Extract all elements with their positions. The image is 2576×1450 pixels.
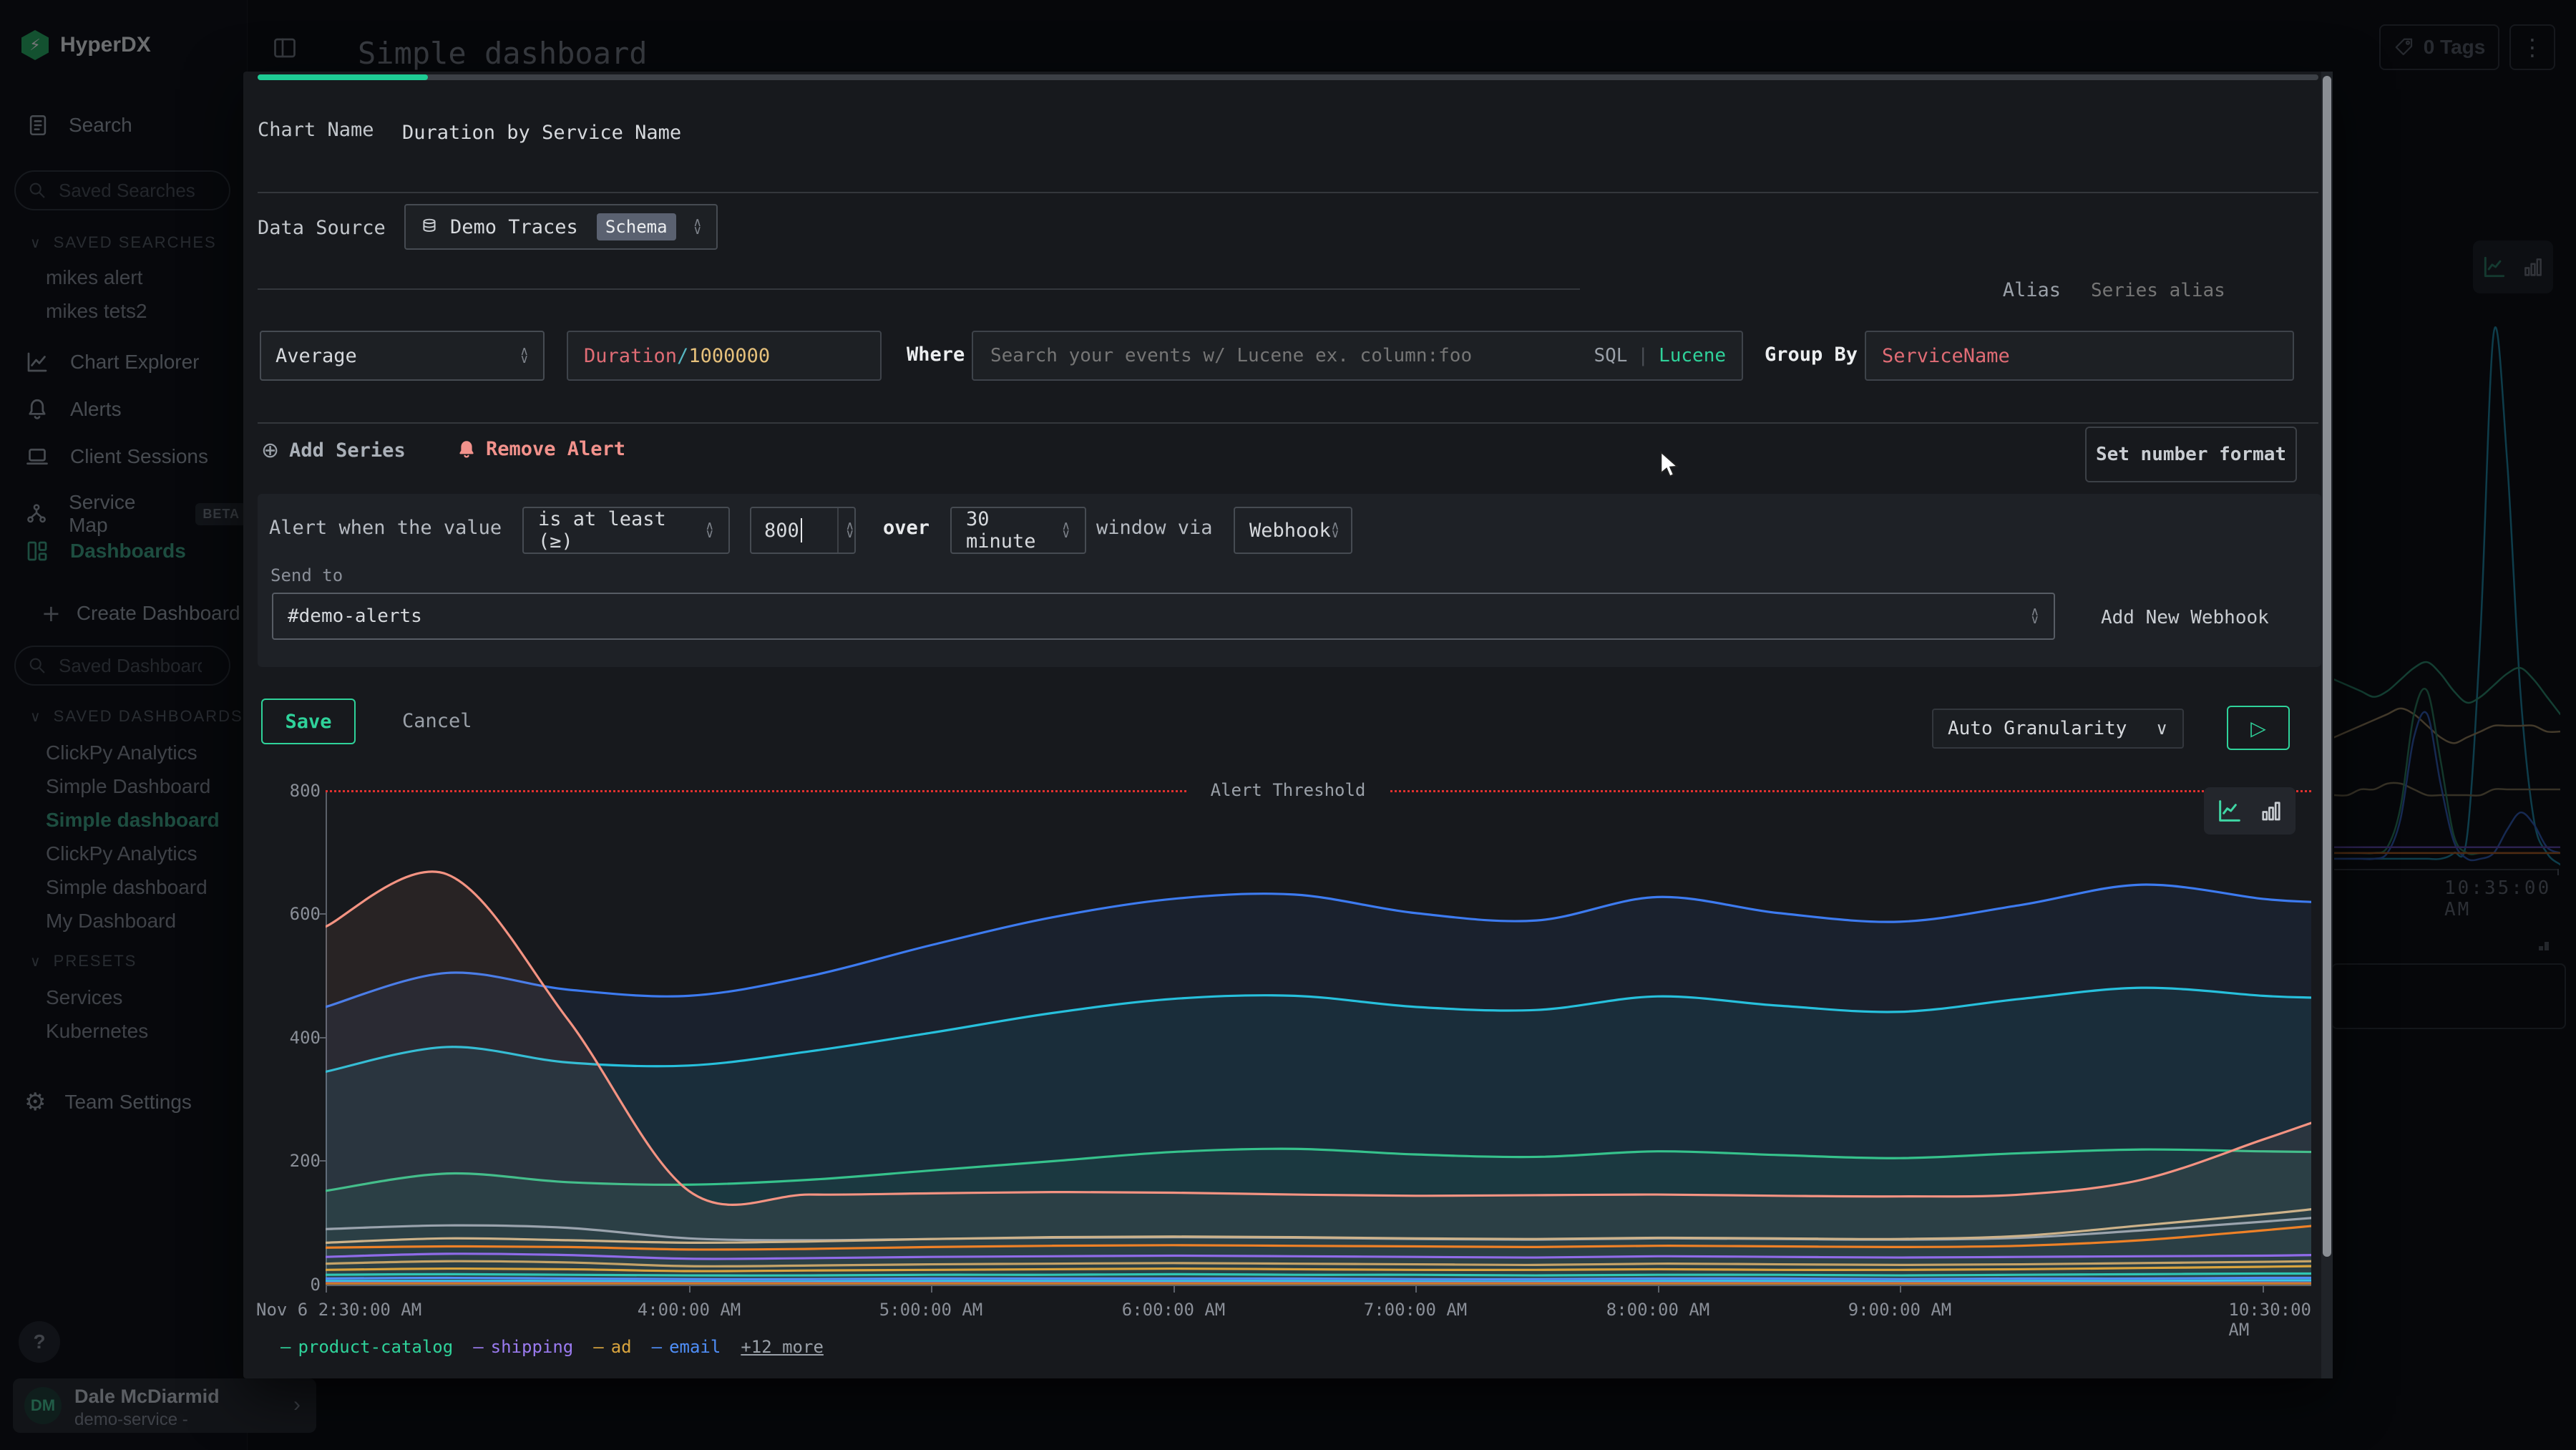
remove-alert-button[interactable]: Remove Alert (456, 438, 625, 460)
legend-item[interactable]: —ad (593, 1337, 631, 1357)
legend-swatch: — (473, 1337, 483, 1357)
legend-item[interactable]: —product-catalog (280, 1337, 453, 1357)
alias-label: Alias (1911, 279, 2061, 301)
x-tick-label: 8:00:00 AM (1606, 1300, 1710, 1320)
save-button[interactable]: Save (261, 699, 356, 744)
x-tick-label: 6:00:00 AM (1122, 1300, 1226, 1320)
app-root: Simple dashboard 0 Tags ⋮ ▷ 10:35:00 AM (0, 0, 2576, 1450)
chart-legend: —product-catalog —shipping —ad —email +1… (280, 1337, 824, 1357)
database-icon (420, 217, 439, 237)
group-by-label: Group By (1765, 344, 1858, 366)
alert-config-panel: Alert when the value is at least (≥) ∧∨ … (258, 494, 2321, 667)
legend-item[interactable]: —email (652, 1337, 721, 1357)
alert-window-select[interactable]: 30 minute ∧∨ (950, 507, 1086, 554)
alert-over-label: over (883, 517, 930, 539)
chevron-down-icon: ∨ (520, 356, 529, 364)
x-tick-label: 9:00:00 AM (1848, 1300, 1952, 1320)
chevron-down-icon: ∨ (693, 227, 702, 235)
lucene-mode-link[interactable]: Lucene (1659, 345, 1726, 366)
alert-threshold-input[interactable]: 800 ∧∨ (750, 507, 856, 554)
modal-scrollbar-thumb[interactable] (2323, 76, 2331, 1257)
send-to-label: Send to (270, 565, 343, 585)
expr-field: Duration (584, 345, 677, 367)
x-tick-label: 5:00:00 AM (879, 1300, 983, 1320)
group-by-value: ServiceName (1882, 345, 2010, 367)
legend-swatch: — (652, 1337, 662, 1357)
mouse-cursor (1659, 451, 1683, 480)
chart-name-label: Chart Name (258, 119, 374, 141)
alert-prefix: Alert when the value (269, 517, 502, 539)
field-expression-input[interactable]: Duration/1000000 (567, 331, 882, 381)
text-caret (801, 518, 802, 542)
legend-item[interactable]: —shipping (473, 1337, 573, 1357)
legend-more-link[interactable]: +12 more (741, 1337, 824, 1357)
spinner-down[interactable]: ∨ (846, 530, 854, 538)
webhook-select[interactable]: #demo-alerts ∧∨ (272, 593, 2055, 640)
chart-name-input[interactable] (385, 106, 2297, 159)
data-source-label: Data Source (258, 217, 386, 239)
alert-bell-icon (456, 439, 477, 460)
expr-value: 1000000 (688, 345, 770, 367)
where-input[interactable] (989, 344, 1550, 367)
sql-mode-link[interactable]: SQL (1594, 345, 1627, 366)
alert-channel-select[interactable]: Webhook ∧∨ (1234, 507, 1352, 554)
legend-swatch: — (593, 1337, 603, 1357)
progress-track (258, 74, 2318, 80)
where-search-box[interactable]: SQL | Lucene (972, 331, 1743, 381)
line-chart-icon[interactable] (2215, 797, 2244, 825)
alert-condition-select[interactable]: is at least (≥) ∧∨ (522, 507, 730, 554)
set-number-format-button[interactable]: Set number format (2085, 427, 2297, 482)
data-source-select[interactable]: Demo Traces Schema ∧∨ (404, 204, 718, 250)
x-tick-label: 4:00:00 AM (638, 1300, 741, 1320)
data-source-value: Demo Traces (450, 216, 578, 238)
cancel-button[interactable]: Cancel (402, 710, 472, 732)
expr-op: / (677, 345, 688, 367)
chart-type-toggle[interactable] (2204, 787, 2296, 835)
x-tick-label: Nov 6 2:30:00 AM (256, 1300, 421, 1320)
aggregation-select[interactable]: Average ∧∨ (260, 331, 545, 381)
x-tick-label: 10:30:00 AM (2228, 1300, 2311, 1340)
group-by-input[interactable]: ServiceName (1865, 331, 2294, 381)
plus-circle-icon: ⊕ (261, 438, 279, 463)
modal-scrollbar-track[interactable] (2321, 72, 2333, 1378)
preview-run-button[interactable]: ▷ (2227, 706, 2290, 750)
add-new-webhook-link[interactable]: Add New Webhook (2101, 607, 2269, 628)
granularity-select[interactable]: Auto Granularity ∨ (1932, 709, 2184, 749)
alert-suffix: window via (1096, 517, 1213, 539)
legend-swatch: — (280, 1337, 291, 1357)
schema-badge[interactable]: Schema (597, 213, 676, 240)
duration-chart (326, 791, 2311, 1286)
edit-chart-modal: Chart Name Data Source Demo Traces Schem… (243, 72, 2333, 1378)
where-label: Where (907, 344, 965, 366)
chevron-down-icon: ∨ (2155, 719, 2168, 739)
add-series-button[interactable]: ⊕ Add Series (261, 438, 406, 463)
chart-area: 800 600 400 200 0 Alert Threshold (243, 773, 2321, 1378)
alias-input[interactable] (2077, 268, 2296, 313)
progress-fill (258, 74, 428, 80)
play-icon: ▷ (2250, 716, 2266, 740)
bar-chart-icon[interactable] (2258, 798, 2284, 824)
x-tick-label: 7:00:00 AM (1364, 1300, 1468, 1320)
